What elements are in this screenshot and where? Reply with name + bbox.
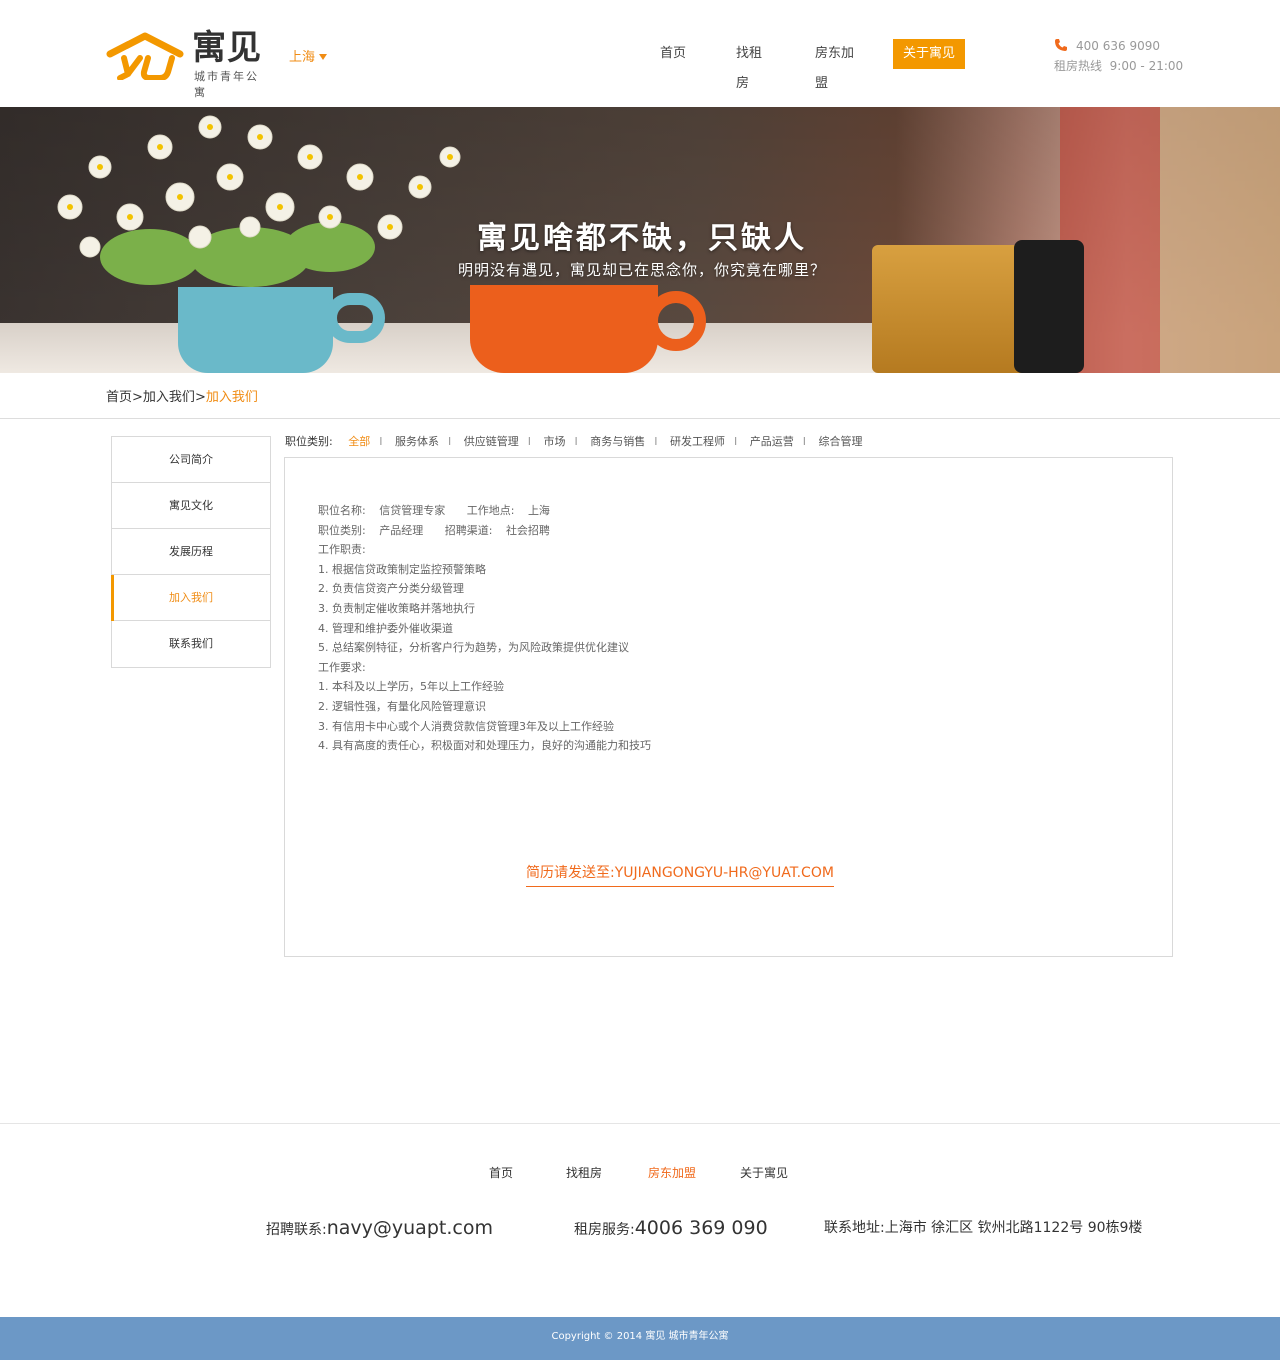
- logo[interactable]: 寓见 城市青年公寓: [106, 28, 271, 99]
- logo-name: 寓见: [192, 28, 262, 68]
- banner-subtitle: 明明没有遇见，寓见却已在思念你，你究竟在哪里？: [457, 261, 826, 279]
- phone-icon: [1055, 39, 1067, 51]
- footer-nav-find-rental[interactable]: 找租房: [566, 1164, 602, 1181]
- duty-item: 5. 总结案例特征，分析客户行为趋势，为风险政策提供优化建议: [318, 641, 629, 655]
- filter-separator: I: [733, 435, 738, 448]
- duty-item: 2. 负责信贷资产分类分级管理: [318, 582, 464, 596]
- breadcrumb-current: 加入我们: [205, 390, 258, 405]
- filter-separator: I: [574, 435, 578, 448]
- duty-item: 3. 负责制定催收策略并落地执行: [318, 601, 475, 615]
- breadcrumb-separator: >: [132, 390, 143, 405]
- footer: 首页 找租房 房东加盟 关于寓见 招聘联系:navy@yuapt.com 租房服…: [0, 1123, 1280, 1318]
- footer-address: 联系地址:上海市 徐汇区 钦州北路1122号 90栋9楼: [824, 1217, 1142, 1237]
- job-location-label: 工作地点:: [466, 504, 515, 517]
- logo-subtitle: 城市青年公寓: [194, 70, 259, 99]
- job-channel-value: 社会招聘: [505, 523, 550, 537]
- nav-home[interactable]: 首页: [650, 39, 696, 69]
- filter-engineering[interactable]: 研发工程师: [670, 435, 725, 448]
- breadcrumb-home[interactable]: 首页: [106, 390, 132, 405]
- breadcrumb: 首页>加入我们>加入我们: [0, 373, 1280, 419]
- recruit-label: 招聘联系:: [266, 1222, 327, 1238]
- filter-general-mgmt[interactable]: 综合管理: [818, 435, 862, 448]
- footer-nav-about[interactable]: 关于寓见: [740, 1164, 788, 1181]
- footer-rent-service: 租房服务:4006 369 090: [574, 1217, 768, 1239]
- filter-all[interactable]: 全部: [348, 435, 370, 448]
- breadcrumb-parent[interactable]: 加入我们: [143, 390, 195, 405]
- address-label: 联系地址:: [824, 1220, 885, 1236]
- sidebar-item-history[interactable]: 发展历程: [112, 529, 270, 575]
- filter-label: 职位类别:: [285, 435, 333, 448]
- requirement-item: 1. 本科及以上学历，5年以上工作经验: [318, 680, 504, 694]
- filter-separator: I: [379, 435, 383, 448]
- hotline: 400 636 9090 租房热线 9:00 - 21:00: [1054, 37, 1183, 74]
- banner-title: 寓见啥都不缺，只缺人: [477, 221, 807, 256]
- job-detail-panel: 职位名称: 信贷管理专家 工作地点: 上海 职位类别: 产品经理 招聘渠道: 社…: [284, 457, 1173, 957]
- city-label: 上海: [289, 50, 316, 65]
- job-name-value: 信贷管理专家: [379, 504, 446, 517]
- nav-landlord-join[interactable]: 房东加盟: [805, 39, 875, 91]
- orange-cup-image: [470, 285, 658, 373]
- filter-sales[interactable]: 商务与销售: [590, 435, 645, 448]
- filter-marketing[interactable]: 市场: [543, 435, 565, 448]
- filter-supply-chain[interactable]: 供应链管理: [464, 435, 519, 448]
- hero-banner: 寓见啥都不缺，只缺人 明明没有遇见，寓见却已在思念你，你究竟在哪里？: [0, 107, 1280, 373]
- job-category-label: 职位类别:: [318, 523, 366, 537]
- sidebar-item-company-intro[interactable]: 公司简介: [112, 437, 270, 483]
- sidebar: 公司简介 寓见文化 发展历程 加入我们 联系我们: [111, 436, 271, 668]
- sidebar-item-contact[interactable]: 联系我们: [112, 621, 270, 667]
- footer-recruit-contact: 招聘联系:navy@yuapt.com: [266, 1217, 493, 1239]
- job-category-filter: 职位类别: 全部 I 服务体系 I 供应链管理 I 市场 I 商务与销售 I 研发工程师 I…: [285, 433, 862, 449]
- footer-nav-home[interactable]: 首页: [489, 1164, 513, 1181]
- nav-about[interactable]: 关于寓见: [893, 39, 965, 69]
- nav-find-rental[interactable]: 找租房: [726, 39, 782, 91]
- filter-service[interactable]: 服务体系: [395, 435, 439, 448]
- sidebar-item-culture[interactable]: 寓见文化: [112, 483, 270, 529]
- requirement-item: 4. 具有高度的责任心，积极面对和处理压力，良好的沟通能力和技巧: [318, 739, 651, 753]
- header: 寓见 城市青年公寓 上海 首页 找租房 房东加盟 关于寓见 400 636 90…: [0, 0, 1280, 107]
- blue-cup-image: [178, 287, 333, 373]
- requirement-item: 3. 有信用卡中心或个人消费贷款信贷管理3年及以上工作经验: [318, 719, 614, 733]
- filter-separator: I: [802, 435, 806, 448]
- recruit-email[interactable]: navy@yuapt.com: [327, 1217, 493, 1239]
- hotline-label: 租房热线: [1054, 59, 1103, 73]
- job-description: 职位名称: 信贷管理专家 工作地点: 上海 职位类别: 产品经理 招聘渠道: 社…: [318, 501, 651, 756]
- logo-house-icon: [106, 32, 184, 80]
- copyright-bar: Copyright © 2014 寓见 城市青年公寓: [0, 1317, 1280, 1360]
- requirements-heading: 工作要求:: [318, 660, 366, 674]
- job-name-label: 职位名称:: [318, 504, 366, 517]
- city-selector[interactable]: 上海: [289, 46, 328, 65]
- filter-separator: I: [654, 435, 658, 448]
- job-channel-label: 招聘渠道:: [444, 523, 493, 537]
- breadcrumb-separator: >: [194, 390, 206, 405]
- resume-email-link[interactable]: 简历请发送至:YUJIANGONGYU-HR@YUAT.COM: [526, 862, 834, 887]
- caret-down-icon: [319, 54, 328, 60]
- hotline-hours: 9:00 - 21:00: [1109, 59, 1184, 73]
- rent-phone: 4006 369 090: [634, 1217, 768, 1239]
- job-category-value: 产品经理: [379, 523, 424, 537]
- job-location-value: 上海: [527, 504, 550, 517]
- filter-separator: I: [447, 435, 452, 448]
- footer-nav-landlord-join[interactable]: 房东加盟: [648, 1164, 696, 1181]
- filter-separator: I: [527, 435, 531, 448]
- rent-label: 租房服务:: [574, 1222, 635, 1238]
- hotline-number: 400 636 9090: [1076, 39, 1160, 53]
- duties-heading: 工作职责:: [318, 543, 366, 557]
- filter-product-ops[interactable]: 产品运营: [750, 435, 794, 448]
- sidebar-item-join-us[interactable]: 加入我们: [111, 575, 270, 621]
- duty-item: 1. 根据信贷政策制定监控预警策略: [318, 562, 486, 576]
- requirement-item: 2. 逻辑性强，有量化风险管理意识: [318, 699, 486, 713]
- duty-item: 4. 管理和维护委外催收渠道: [318, 621, 453, 635]
- address-value: 上海市 徐汇区 钦州北路1122号 90栋9楼: [884, 1220, 1143, 1236]
